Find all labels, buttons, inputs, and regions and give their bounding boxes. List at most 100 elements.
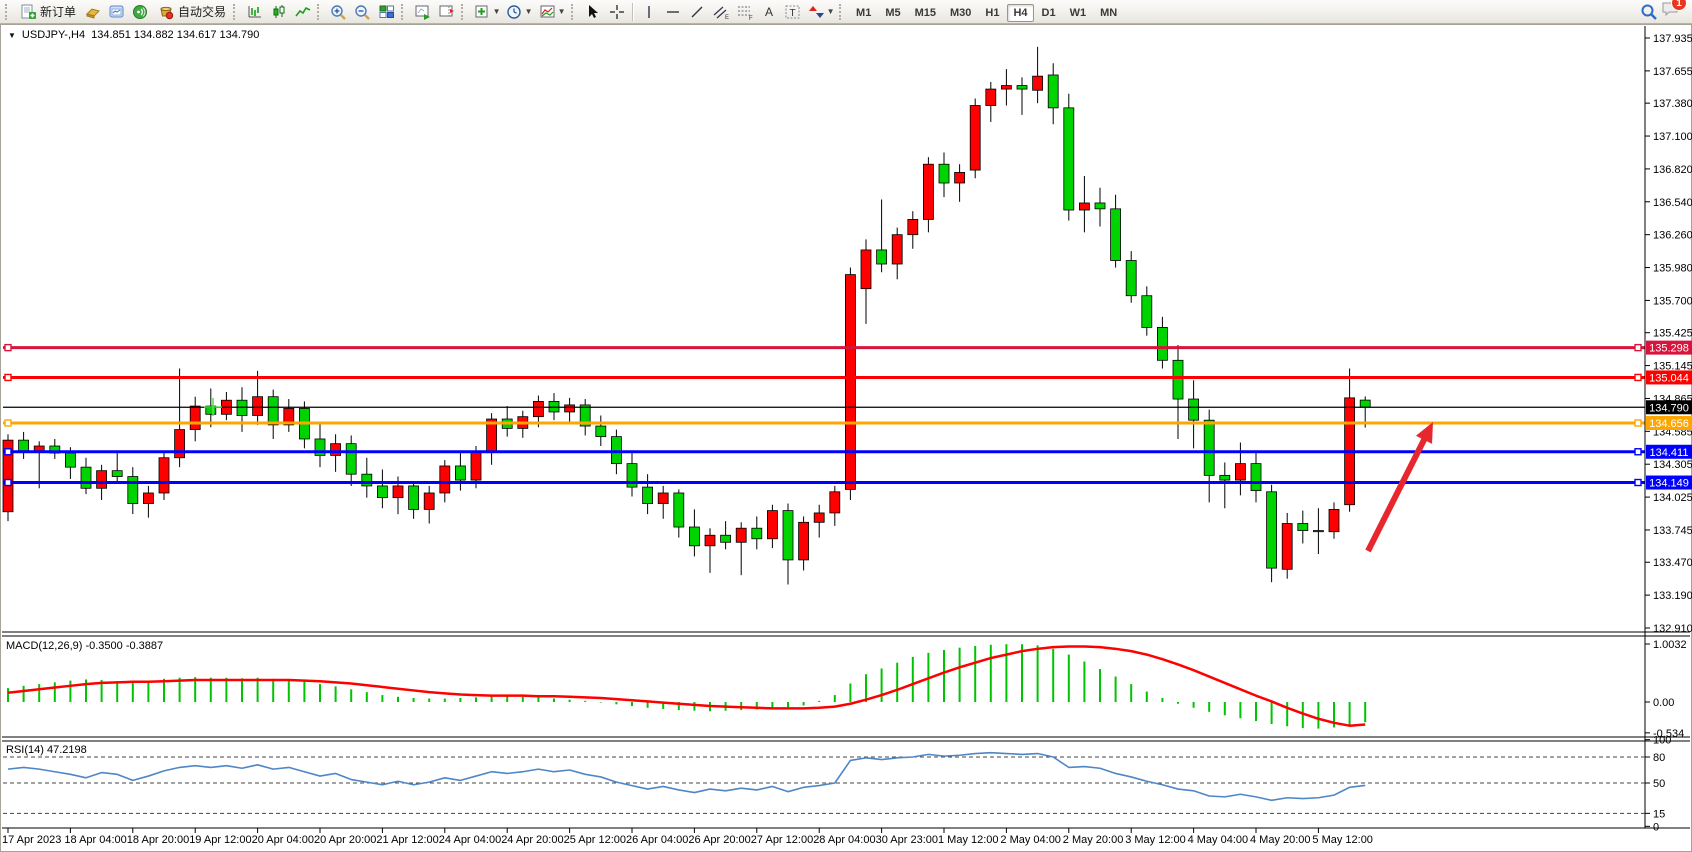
price-axis-label: 133.470 — [1653, 557, 1692, 569]
new-order-label: 新订单 — [40, 3, 76, 20]
tile-windows-button[interactable] — [375, 1, 399, 23]
toolbar-grip — [317, 4, 323, 20]
notifications-button[interactable]: 1 — [1661, 0, 1681, 23]
navigator-button[interactable] — [105, 1, 129, 23]
notification-badge: 1 — [1671, 0, 1687, 11]
crosshair-tool-button[interactable] — [605, 1, 629, 23]
line-handle[interactable] — [5, 345, 11, 351]
time-axis-label: 17 Apr 2023 — [2, 834, 61, 846]
candle-body — [1189, 399, 1199, 420]
line-handle[interactable] — [1635, 449, 1641, 455]
chart-shift-icon — [438, 4, 456, 20]
arrows-tool-button[interactable]: ▼ — [805, 1, 837, 23]
price-axis-label: 134.025 — [1653, 492, 1692, 504]
line-handle[interactable] — [5, 374, 11, 380]
zoom-out-button[interactable] — [351, 1, 375, 23]
price-axis-label: 135.700 — [1653, 295, 1692, 307]
chart-shift-button[interactable] — [435, 1, 459, 23]
cursor-icon — [585, 4, 601, 20]
time-axis-label: 3 May 12:00 — [1125, 834, 1186, 846]
time-axis-label: 24 Apr 20:00 — [501, 834, 563, 846]
mt4-trading-platform: { "toolbar": { "new_order_label": "新订单",… — [0, 0, 1692, 852]
autotrading-button[interactable]: 自动交易 — [153, 1, 231, 23]
candle-body — [455, 466, 465, 480]
time-axis-label: 21 Apr 12:00 — [376, 834, 438, 846]
svg-text:E: E — [725, 15, 729, 20]
timeframe-button-m30[interactable]: M30 — [944, 4, 977, 22]
trendline-tool-button[interactable] — [685, 1, 709, 23]
line-handle[interactable] — [1635, 374, 1641, 380]
timeframe-button-mn[interactable]: MN — [1094, 4, 1123, 22]
timeframe-button-d1[interactable]: D1 — [1036, 4, 1062, 22]
bar-chart-button[interactable] — [243, 1, 267, 23]
candle-body — [892, 235, 902, 264]
zoom-out-icon — [354, 4, 372, 20]
timeframe-button-m1[interactable]: M1 — [850, 4, 877, 22]
tile-windows-icon — [378, 4, 396, 20]
candle-body — [1360, 400, 1370, 407]
market-watch-button[interactable] — [81, 1, 105, 23]
rsi-axis-label: 15 — [1653, 808, 1665, 820]
cursor-tool-button[interactable] — [581, 1, 605, 23]
equidistant-channel-icon: E — [712, 4, 730, 20]
symbol-dropdown-icon[interactable]: ▼ — [8, 31, 16, 40]
candle-body — [471, 452, 481, 480]
candle-body — [705, 535, 715, 546]
time-axis-label: 26 Apr 04:00 — [626, 834, 688, 846]
line-handle[interactable] — [5, 420, 11, 426]
templates-button[interactable]: ▼ — [535, 1, 569, 23]
add-indicator-button[interactable]: ▼ — [471, 1, 503, 23]
candlestick-chart-button[interactable] — [267, 1, 291, 23]
price-tag-label: 135.044 — [1649, 372, 1689, 384]
toolbar-grip — [571, 4, 577, 20]
periods-button[interactable]: ▼ — [503, 1, 535, 23]
timeframe-button-h1[interactable]: H1 — [979, 4, 1005, 22]
candle-body — [97, 471, 107, 489]
line-handle[interactable] — [5, 480, 11, 486]
arrow-shapes-icon — [808, 4, 826, 20]
candle-body — [565, 405, 575, 412]
time-axis-label: 2 May 04:00 — [1000, 834, 1061, 846]
line-handle[interactable] — [1635, 345, 1641, 351]
auto-scroll-button[interactable] — [411, 1, 435, 23]
candle-body — [112, 471, 122, 477]
new-order-button[interactable]: 新订单 — [15, 1, 81, 23]
timeframe-button-w1[interactable]: W1 — [1064, 4, 1093, 22]
line-chart-button[interactable] — [291, 1, 315, 23]
main-toolbar: 新订单 自动交易 ▼ ▼ — [0, 0, 1692, 24]
timeframe-button-m5[interactable]: M5 — [879, 4, 906, 22]
candle-body — [845, 275, 855, 490]
vertical-line-tool-button[interactable] — [637, 1, 661, 23]
channel-tool-button[interactable]: E — [709, 1, 733, 23]
horizontal-line-tool-button[interactable] — [661, 1, 685, 23]
search-button[interactable] — [1637, 1, 1661, 23]
candle-body — [752, 528, 762, 539]
candle-body — [1001, 86, 1011, 90]
line-handle[interactable] — [1635, 480, 1641, 486]
fibonacci-tool-button[interactable]: F — [733, 1, 757, 23]
svg-text:T: T — [790, 8, 796, 19]
line-handle[interactable] — [1635, 420, 1641, 426]
text-tool-button[interactable]: A — [757, 1, 781, 23]
zoom-in-button[interactable] — [327, 1, 351, 23]
candle-body — [783, 511, 793, 560]
candle-body — [767, 511, 777, 539]
candle-body — [1064, 108, 1074, 210]
chart-canvas[interactable]: 137.935137.655137.380137.100136.820136.5… — [0, 0, 1692, 852]
market-watch-icon — [84, 4, 102, 20]
price-axis-label: 137.100 — [1653, 131, 1692, 143]
line-handle[interactable] — [5, 449, 11, 455]
zoom-in-icon — [330, 4, 348, 20]
chart-title: ▼ USDJPY-,H4 134.851 134.882 134.617 134… — [8, 29, 259, 41]
price-axis-label: 133.190 — [1653, 590, 1692, 602]
crosshair-icon — [609, 4, 625, 20]
candle-body — [1126, 260, 1136, 295]
candle-body — [799, 522, 809, 560]
text-label-tool-button[interactable]: T — [781, 1, 805, 23]
sound-alert-button[interactable] — [129, 1, 153, 23]
timeframe-button-m15[interactable]: M15 — [909, 4, 942, 22]
time-axis-label: 4 May 20:00 — [1250, 834, 1311, 846]
price-axis-label: 135.980 — [1653, 263, 1692, 275]
dropdown-caret-icon: ▼ — [827, 7, 835, 16]
timeframe-button-h4[interactable]: H4 — [1007, 4, 1033, 22]
